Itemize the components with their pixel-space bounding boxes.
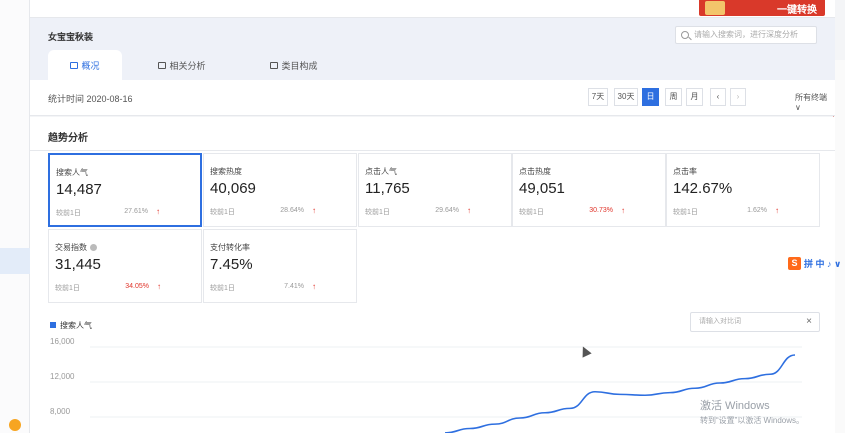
range-week-button[interactable]: 周 bbox=[665, 88, 682, 106]
promo-button[interactable]: 一键转换 bbox=[699, 0, 825, 16]
ime-label: 拼 中 ♪ ∨ bbox=[804, 258, 842, 269]
notification-dot-icon[interactable] bbox=[9, 419, 21, 431]
stat-bar: 统计时间 2020-08-16 7天 30天 日 周 月 ‹ › 所有终端 ∨ bbox=[30, 80, 835, 116]
next-button[interactable]: › bbox=[730, 88, 746, 106]
stat-date: 统计时间 2020-08-16 bbox=[48, 94, 133, 104]
trend-chart: 16,000 12,000 8,000 bbox=[50, 337, 802, 433]
watermark-line2: 转到“设置”以激活 Windows。 bbox=[700, 416, 805, 425]
watermark-line1: 激活 Windows bbox=[700, 400, 770, 412]
ime-logo-icon: S bbox=[788, 256, 801, 270]
tab-overview[interactable]: 概况 bbox=[48, 50, 122, 80]
terminal-select[interactable]: 所有终端 ∨ bbox=[795, 92, 835, 112]
data-point[interactable] bbox=[569, 407, 571, 409]
data-point[interactable] bbox=[669, 392, 671, 394]
data-point[interactable] bbox=[519, 417, 521, 419]
left-sidebar bbox=[0, 0, 30, 433]
search-placeholder: 请输入搜索词，进行深度分析 bbox=[694, 30, 798, 39]
main-panel: 趋势分析 搜索人气 14,487 较前1日 27.61% ↑ 搜索热度 40,069 较前1日… bbox=[30, 117, 835, 433]
category-icon bbox=[270, 61, 279, 69]
header: 女宝宝秋装 请输入搜索词，进行深度分析 概况 相关分析 类目构成 bbox=[30, 18, 835, 80]
search-icon bbox=[681, 31, 689, 39]
search-input[interactable]: 请输入搜索词，进行深度分析 bbox=[675, 26, 817, 44]
windows-watermark: 激活 Windows 转到“设置”以激活 Windows。 bbox=[700, 397, 804, 426]
prev-button[interactable]: ‹ bbox=[710, 88, 726, 106]
sidebar-active-item[interactable] bbox=[0, 248, 30, 274]
range-month-button[interactable]: 月 bbox=[686, 88, 703, 106]
shop-name: 女宝宝秋装 bbox=[48, 32, 94, 42]
data-point[interactable] bbox=[619, 393, 621, 395]
top-bar: 一键转换 bbox=[30, 0, 835, 18]
tab-label: 相关分析 bbox=[169, 60, 206, 71]
data-point[interactable] bbox=[594, 391, 596, 393]
data-point[interactable] bbox=[544, 412, 546, 414]
y-tick-label: 12,000 bbox=[50, 372, 75, 381]
tab-related[interactable]: 相关分析 bbox=[138, 50, 226, 80]
data-point[interactable] bbox=[744, 378, 746, 380]
tab-label: 概况 bbox=[81, 60, 100, 71]
y-tick-label: 16,000 bbox=[50, 337, 75, 346]
overview-icon bbox=[70, 61, 79, 69]
y-tick-label: 8,000 bbox=[50, 407, 71, 416]
range-7d-button[interactable]: 7天 bbox=[588, 88, 608, 106]
data-point[interactable] bbox=[644, 394, 646, 396]
tab-label: 类目构成 bbox=[281, 60, 318, 71]
data-point[interactable] bbox=[694, 387, 696, 389]
tab-category[interactable]: 类目构成 bbox=[250, 50, 338, 80]
range-30d-button[interactable]: 30天 bbox=[614, 88, 638, 106]
range-day-button[interactable]: 日 bbox=[642, 88, 659, 106]
page: 一键转换 女宝宝秋装 请输入搜索词，进行深度分析 概况 相关分析 类目构成 统计… bbox=[0, 0, 845, 433]
data-point[interactable] bbox=[469, 428, 471, 430]
promo-label: 一键转换 bbox=[777, 4, 817, 16]
related-icon bbox=[158, 61, 167, 69]
ime-toolbar[interactable]: S 拼 中 ♪ ∨ bbox=[788, 256, 844, 270]
data-point[interactable] bbox=[719, 382, 721, 384]
promo-icon bbox=[705, 1, 725, 15]
data-point[interactable] bbox=[794, 354, 796, 356]
data-point[interactable] bbox=[769, 373, 771, 375]
data-point[interactable] bbox=[494, 423, 496, 425]
